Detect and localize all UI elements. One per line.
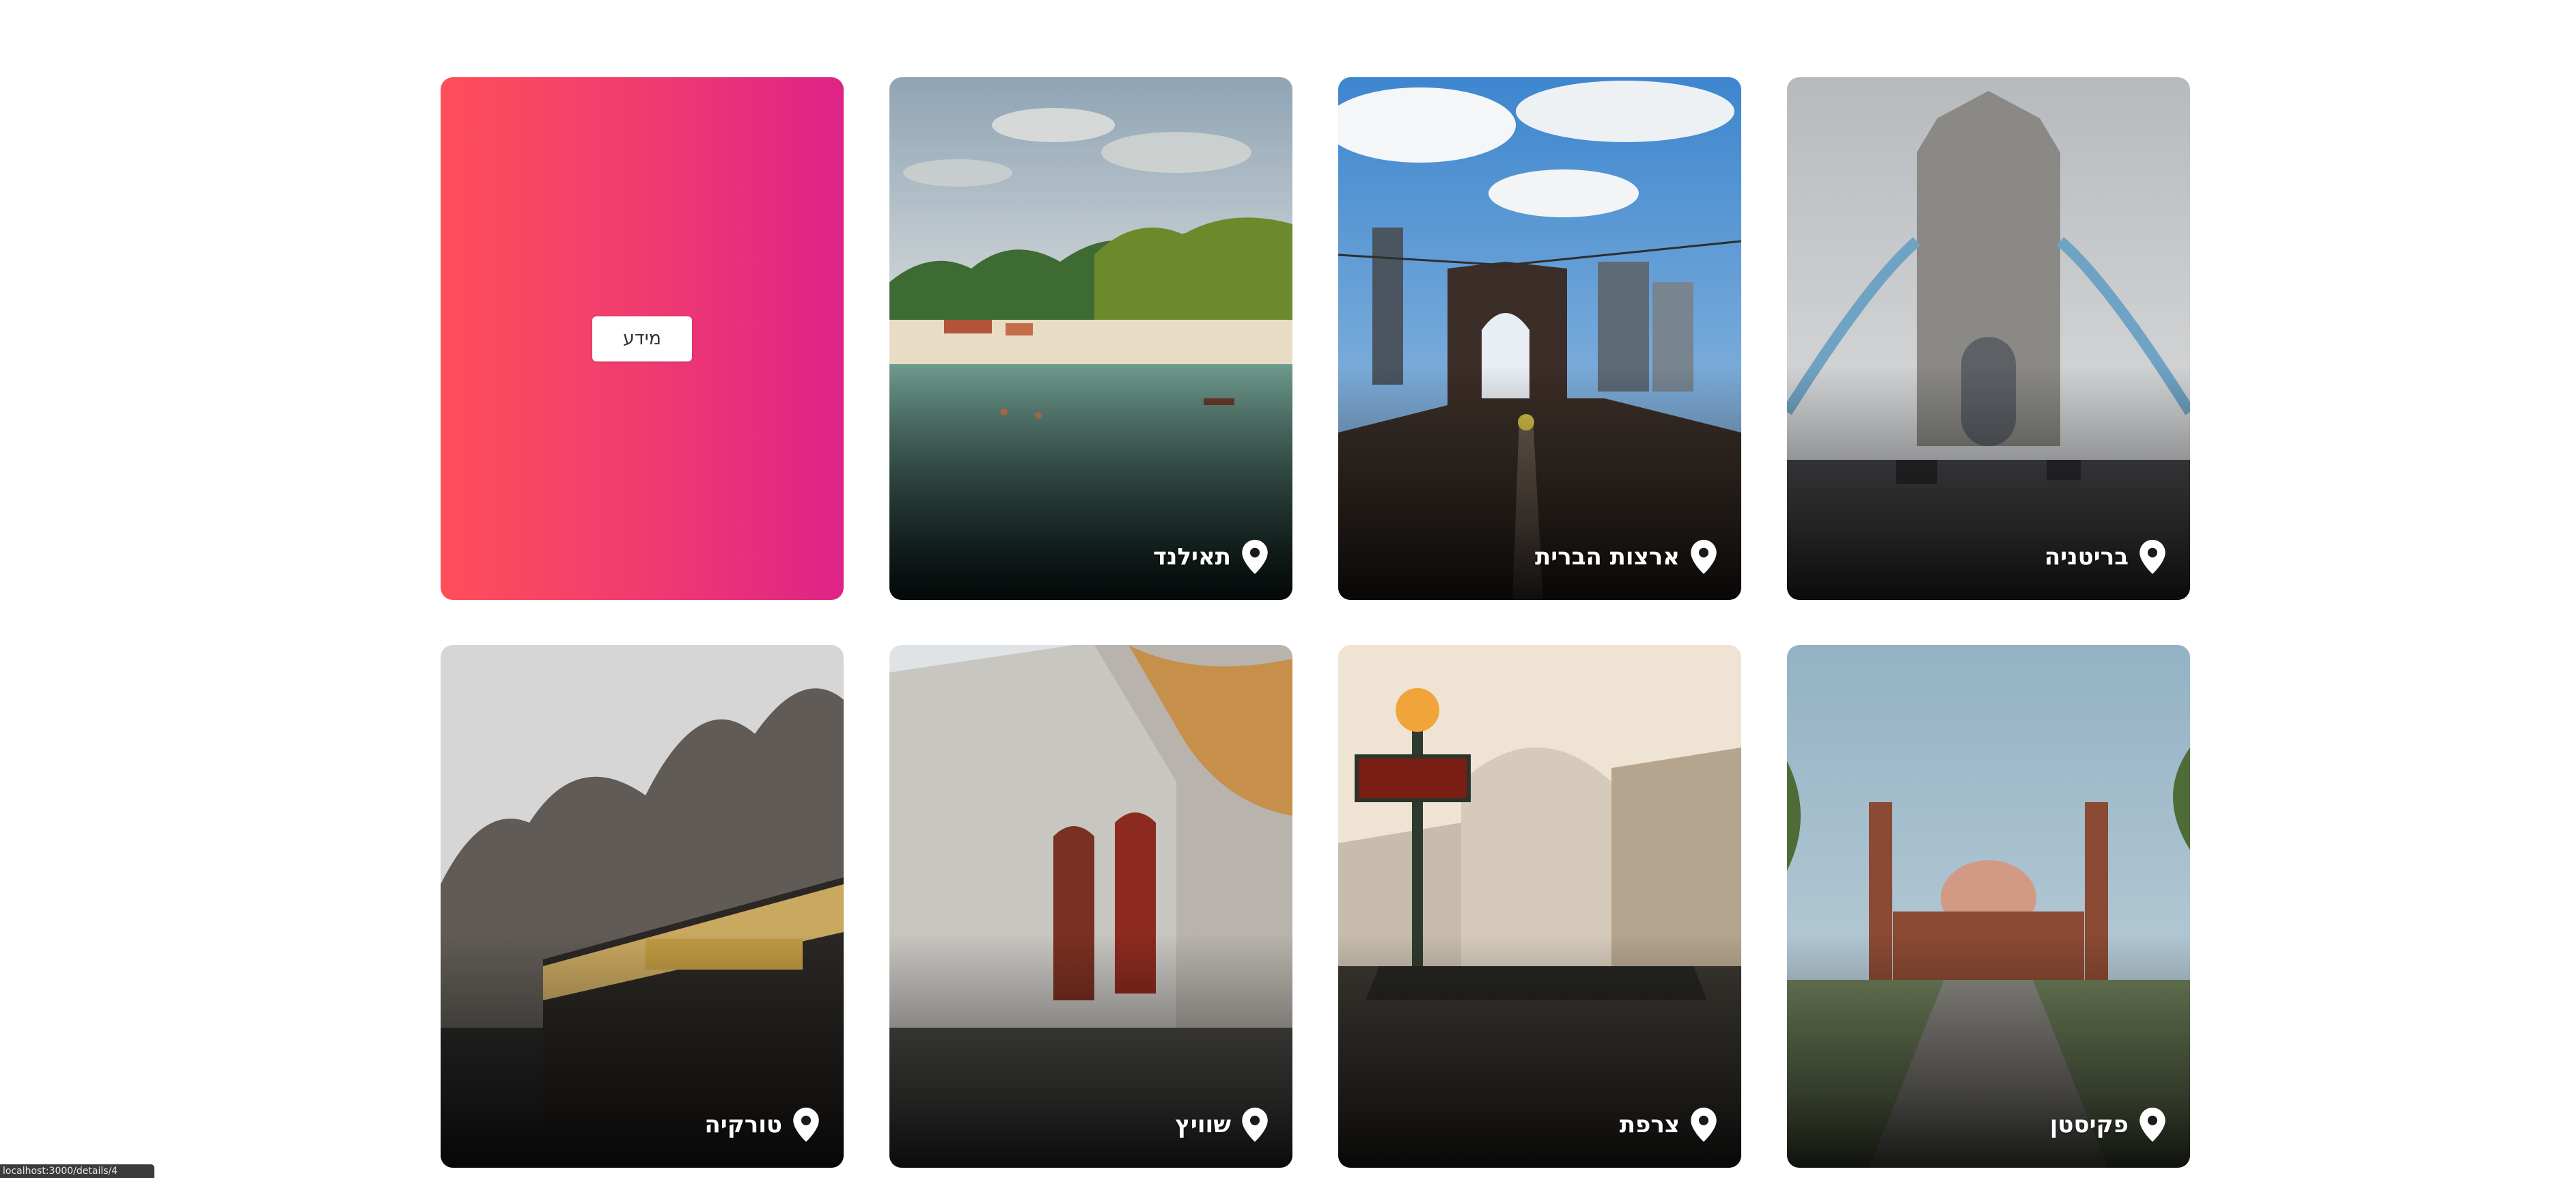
destination-label: ארצות הברית xyxy=(1535,543,1680,571)
mosque-photo xyxy=(1787,645,2190,1168)
destination-label: תאילנד xyxy=(1153,543,1231,571)
info-button[interactable]: מידע xyxy=(592,316,692,361)
destination-label: טורקיה xyxy=(704,1111,782,1138)
map-pin-icon xyxy=(1242,540,1268,574)
istanbul-bus-photo xyxy=(441,645,844,1168)
zurich-street-photo xyxy=(889,645,1292,1168)
destination-card-france[interactable]: צרפת xyxy=(1338,645,1741,1168)
destination-card-turkey[interactable]: טורקיה xyxy=(441,645,844,1168)
destination-card-britain[interactable]: בריטניה xyxy=(1787,77,2190,600)
destination-card-pakistan[interactable]: פקיסטן xyxy=(1787,645,2190,1168)
brooklyn-bridge-photo xyxy=(1338,77,1741,600)
status-bar-url: localhost:3000/details/4 xyxy=(0,1164,154,1178)
destination-label: פקיסטן xyxy=(2049,1111,2129,1138)
destination-card-thailand[interactable]: תאילנד xyxy=(889,77,1292,600)
info-card: מידע xyxy=(441,77,844,600)
map-pin-icon xyxy=(1691,1108,1717,1142)
map-pin-icon xyxy=(2139,1108,2165,1142)
map-pin-icon xyxy=(793,1108,819,1142)
map-pin-icon xyxy=(2139,540,2165,574)
destination-label: בריטניה xyxy=(2044,543,2129,571)
paris-metro-photo xyxy=(1338,645,1741,1168)
destination-label: שוויץ xyxy=(1175,1111,1231,1138)
thailand-beach-photo xyxy=(889,77,1292,600)
map-pin-icon xyxy=(1242,1108,1268,1142)
map-pin-icon xyxy=(1691,540,1717,574)
destinations-page: מידע תאילנד ארצות הברית בריטניה טורקיה ש… xyxy=(0,0,2576,1178)
destination-card-usa[interactable]: ארצות הברית xyxy=(1338,77,1741,600)
tower-bridge-photo xyxy=(1787,77,2190,600)
destination-label: צרפת xyxy=(1619,1111,1680,1138)
destination-card-switzerland[interactable]: שוויץ xyxy=(889,645,1292,1168)
